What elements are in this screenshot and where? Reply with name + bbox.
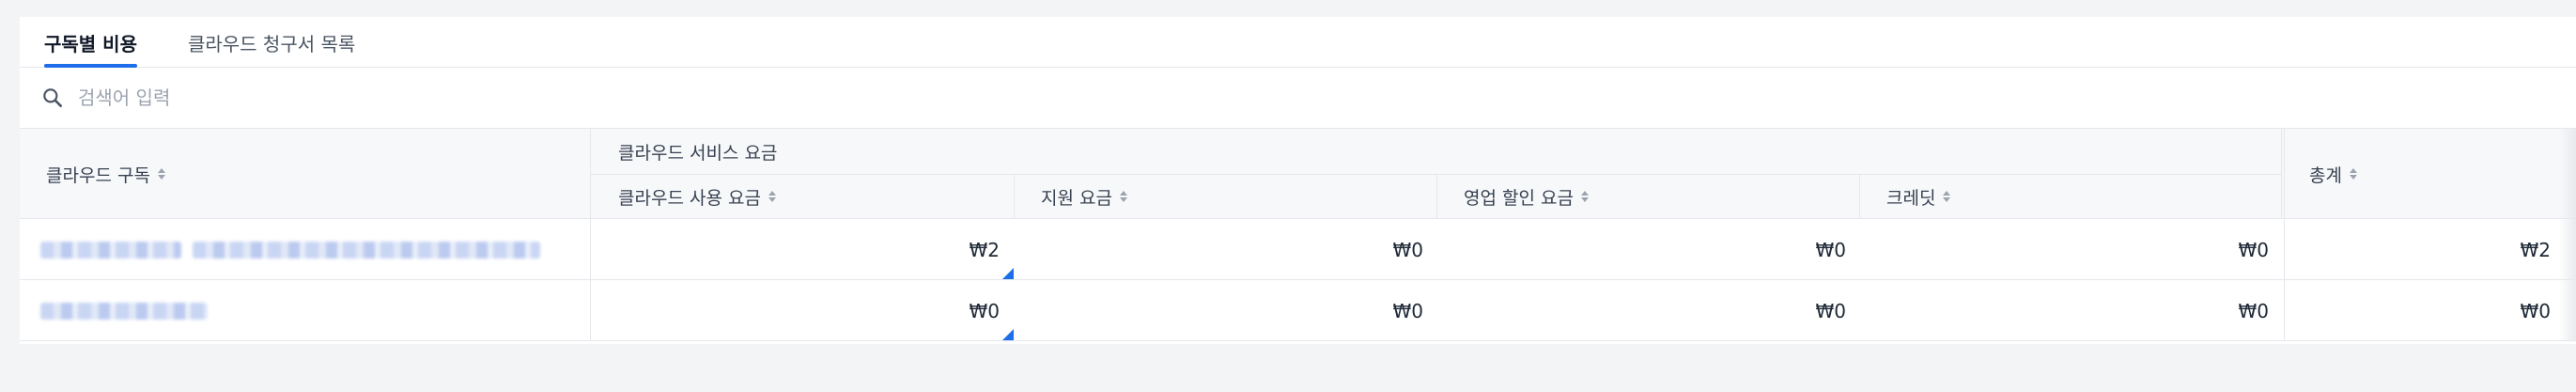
sort-icon[interactable] (1943, 191, 1951, 202)
header-usage-label: 클라우드 사용 요금 (618, 187, 761, 209)
discount-value: ₩0 (1815, 299, 1847, 322)
support-value: ₩0 (1392, 238, 1424, 261)
header-subscription[interactable]: 클라우드 구독 (46, 129, 165, 219)
total-value: ₩0 (2520, 299, 2552, 322)
total-value: ₩2 (2520, 238, 2552, 261)
tab-bar: 구독별 비용 클라우드 청구서 목록 (20, 17, 2576, 68)
header-subscription-label: 클라우드 구독 (46, 165, 150, 186)
subscription-name-redacted[interactable] (40, 280, 208, 341)
usage-value: ₩0 (969, 299, 1001, 322)
scroll-shadow (2559, 219, 2576, 279)
header-total-label: 총계 (2309, 165, 2342, 186)
tab-cost-by-subscription[interactable]: 구독별 비용 (44, 16, 137, 68)
header-support-label: 지원 요금 (1041, 187, 1112, 209)
search-bar (20, 68, 2576, 129)
tab-cloud-invoice-list[interactable]: 클라우드 청구서 목록 (188, 16, 355, 67)
table-row[interactable]: ₩2 ₩0 ₩0 ₩0 ₩2 (20, 219, 2576, 280)
scroll-shadow (2559, 280, 2576, 340)
header-support[interactable]: 지원 요금 (1041, 174, 1127, 219)
header-credit[interactable]: 크레딧 (1886, 174, 1951, 219)
cost-table: 클라우드 구독 클라우드 서비스 요금 클라우드 사용 요금 지원 요금 영업 … (20, 129, 2576, 341)
search-icon (43, 88, 62, 107)
sort-icon[interactable] (1119, 191, 1127, 202)
usage-value: ₩2 (969, 238, 1001, 261)
sort-icon[interactable] (768, 191, 776, 202)
table-row[interactable]: ₩0 ₩0 ₩0 ₩0 ₩0 (20, 280, 2576, 341)
credit-value: ₩0 (2238, 299, 2270, 322)
cell-marker (1002, 268, 1014, 279)
header-discount[interactable]: 영업 할인 요금 (1464, 174, 1589, 219)
scroll-shadow (2559, 129, 2576, 218)
header-usage[interactable]: 클라우드 사용 요금 (618, 174, 776, 219)
cell-marker (1002, 329, 1014, 340)
support-value: ₩0 (1392, 299, 1424, 322)
search-input[interactable] (78, 86, 642, 109)
sort-icon[interactable] (157, 168, 165, 180)
header-credit-label: 크레딧 (1886, 187, 1936, 209)
subscription-name-redacted[interactable] (40, 219, 540, 280)
header-total[interactable]: 총계 (2309, 129, 2357, 219)
header-service-group-label: 클라우드 서비스 요금 (618, 142, 778, 164)
header-service-group: 클라우드 서비스 요금 (618, 129, 777, 174)
discount-value: ₩0 (1815, 238, 1847, 261)
cost-panel: 구독별 비용 클라우드 청구서 목록 클라우드 구독 클라우드 서비스 요금 (20, 17, 2576, 344)
table-header: 클라우드 구독 클라우드 서비스 요금 클라우드 사용 요금 지원 요금 영업 … (20, 129, 2576, 219)
header-discount-label: 영업 할인 요금 (1464, 187, 1574, 209)
sort-icon[interactable] (1580, 191, 1589, 202)
sort-icon[interactable] (2349, 168, 2357, 180)
credit-value: ₩0 (2238, 238, 2270, 261)
